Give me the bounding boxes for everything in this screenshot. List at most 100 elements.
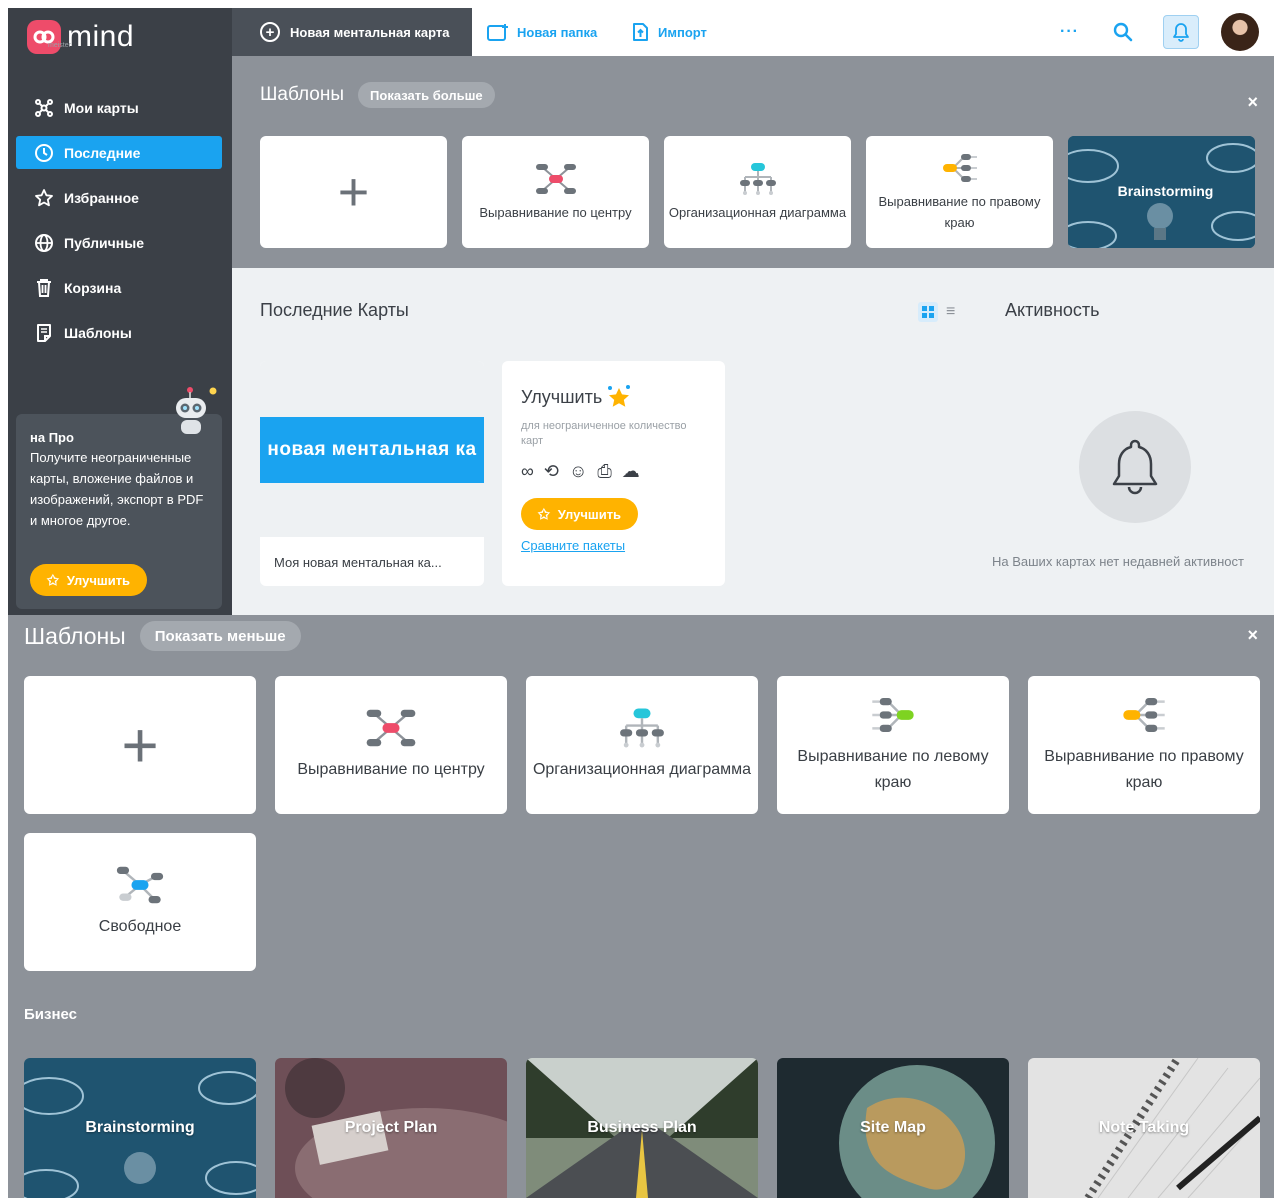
template-card-right[interactable]: Выравнивание по правому краю: [866, 136, 1053, 248]
sidebar: mind meister Мои карты Последние Избранн…: [8, 8, 232, 615]
map-thumbnail-band: я новая ментальная ка: [260, 417, 484, 483]
template-card-left[interactable]: Выравнивание по левому краю: [777, 676, 1009, 814]
sidebar-item-label: Публичные: [64, 234, 144, 251]
upgrade-features: ∞ ⟲ ☺ ⎙ ☁: [521, 461, 706, 482]
promo-upgrade-button[interactable]: ✩ Улучшить: [30, 564, 148, 596]
right-layout-icon: [942, 154, 977, 182]
template-card-center[interactable]: Выравнивание по центру: [275, 676, 507, 814]
sidebar-item-public[interactable]: Публичные: [16, 226, 222, 259]
recent-maps-section: Последние Карты ≡ Активность я новая мен…: [232, 268, 1274, 615]
bell-icon: [1173, 23, 1189, 42]
history-icon: ⟲: [543, 461, 559, 481]
org-chart-icon: [739, 162, 776, 195]
logo[interactable]: mind: [27, 20, 134, 54]
plus-icon: +: [337, 162, 370, 222]
free-layout-icon: [116, 866, 164, 904]
org-chart-icon: [620, 708, 664, 748]
upgrade-title-row: Улучшить: [521, 385, 706, 409]
template-photo-site-map[interactable]: Site Map: [777, 1058, 1009, 1198]
sidebar-item-label: Корзина: [64, 279, 122, 296]
recent-maps-title: Последние Карты: [260, 300, 409, 320]
star-badge-icon: [608, 385, 631, 407]
notifications-button[interactable]: [1163, 15, 1199, 49]
bell-icon: [1112, 439, 1158, 495]
new-folder-label: Новая папка: [517, 24, 598, 40]
sidebar-item-trash[interactable]: Корзина: [16, 271, 222, 304]
sidebar-item-recent[interactable]: Последние: [16, 136, 222, 169]
left-layout-icon: [872, 697, 914, 733]
show-more-button[interactable]: Показать больше: [358, 82, 495, 108]
app-window: mind meister Мои карты Последние Избранн…: [8, 8, 1274, 615]
import-icon: [633, 23, 648, 41]
templates-header: Шаблоны Показать больше: [260, 82, 495, 108]
logo-subtext: meister: [48, 42, 71, 49]
cloud-download-icon: ☁: [621, 461, 640, 481]
template-photo-note-taking[interactable]: Note Taking: [1028, 1058, 1260, 1198]
templates-expanded-panel: Шаблоны Показать меньше × + Выравнивание…: [8, 615, 1274, 1198]
list-view-icon[interactable]: ≡: [946, 303, 955, 321]
center-layout-icon: [535, 163, 576, 194]
template-card-new[interactable]: +: [24, 676, 256, 814]
template-card-center[interactable]: Выравнивание по центру: [462, 136, 649, 248]
sidebar-item-templates[interactable]: Шаблоны: [16, 316, 222, 349]
compare-plans-link[interactable]: Сравните пакеты: [521, 538, 706, 553]
search-icon[interactable]: [1113, 22, 1133, 42]
template-card-new[interactable]: +: [260, 136, 447, 248]
template-card-org[interactable]: Организационная диаграмма: [526, 676, 758, 814]
template-card-org[interactable]: Организационная диаграмма: [664, 136, 851, 248]
no-activity-text: На Ваших картах нет недавней активност: [992, 554, 1244, 569]
template-card-label: Выравнивание по левому краю: [797, 748, 989, 791]
globe-icon: [35, 233, 53, 252]
template-icon: [37, 323, 51, 342]
infinity-icon: ∞: [521, 461, 534, 481]
sidebar-item-label: Последние: [64, 144, 141, 161]
template-card-right[interactable]: Выравнивание по правому краю: [1028, 676, 1260, 814]
import-button[interactable]: Импорт: [630, 8, 707, 56]
smiley-icon: ☺: [568, 461, 588, 481]
plus-circle-icon: +: [260, 22, 280, 42]
upgrade-title: Улучшить: [521, 386, 603, 407]
template-photo-label: Brainstorming: [85, 1119, 195, 1136]
view-toggle: ≡: [918, 302, 955, 322]
map-thumbnail: я новая ментальная ка: [260, 361, 484, 537]
new-mindmap-button[interactable]: + Новая ментальная карта: [232, 8, 472, 56]
sidebar-item-favorites[interactable]: Избранное: [16, 181, 222, 214]
template-photo-label: Business Plan: [587, 1119, 697, 1136]
print-icon: ⎙: [597, 461, 612, 481]
top-toolbar: + Новая ментальная карта Новая папка Имп…: [232, 8, 1274, 56]
new-mindmap-label: Новая ментальная карта: [290, 24, 450, 40]
template-card-label: Свободное: [98, 918, 182, 935]
new-folder-button[interactable]: Новая папка: [487, 8, 597, 56]
template-card-brainstorming[interactable]: Brainstorming: [1068, 136, 1255, 248]
template-card-label: Выравнивание по центру: [297, 761, 485, 778]
business-section-title: Бизнес: [24, 1006, 78, 1023]
more-menu-button[interactable]: ···: [1060, 23, 1079, 41]
templates-panel: Шаблоны Показать больше × + Выравнивание…: [232, 56, 1274, 268]
sidebar-item-my-maps[interactable]: Мои карты: [16, 91, 222, 124]
templates-expanded-header: Шаблоны Показать меньше: [24, 621, 301, 651]
template-photo-project-plan[interactable]: Project Plan: [275, 1058, 507, 1198]
star-icon: ✩: [538, 505, 550, 522]
template-card-label: Выравнивание по правому краю: [878, 194, 1041, 230]
empty-activity-bell: [1079, 411, 1191, 523]
plus-icon: +: [121, 709, 159, 781]
upgrade-button[interactable]: ✩ Улучшить: [521, 498, 639, 530]
map-card[interactable]: я новая ментальная ка Моя новая ментальн…: [260, 361, 484, 586]
template-photo-brainstorming[interactable]: Brainstorming: [24, 1058, 256, 1198]
template-card-label: Выравнивание по правому краю: [1044, 748, 1244, 791]
star-icon: ✩: [47, 571, 59, 588]
robot-icon: [176, 387, 217, 434]
close-icon[interactable]: ×: [1247, 625, 1258, 646]
import-label: Импорт: [658, 24, 707, 40]
upgrade-card: Улучшить для неограниченное количество к…: [502, 361, 725, 586]
template-card-free[interactable]: Свободное: [24, 833, 256, 971]
promo-box: на Про Получите неограниченные карты, вл…: [16, 387, 222, 609]
show-less-button[interactable]: Показать меньше: [139, 621, 301, 651]
grid-view-icon[interactable]: [918, 302, 938, 322]
sidebar-item-label: Избранное: [64, 189, 139, 206]
folder-plus-icon: [487, 24, 508, 41]
screenshot-root: mind meister Мои карты Последние Избранн…: [0, 0, 1283, 1198]
close-icon[interactable]: ×: [1247, 92, 1258, 113]
user-avatar[interactable]: [1221, 13, 1259, 51]
template-photo-business-plan[interactable]: Business Plan: [526, 1058, 758, 1198]
